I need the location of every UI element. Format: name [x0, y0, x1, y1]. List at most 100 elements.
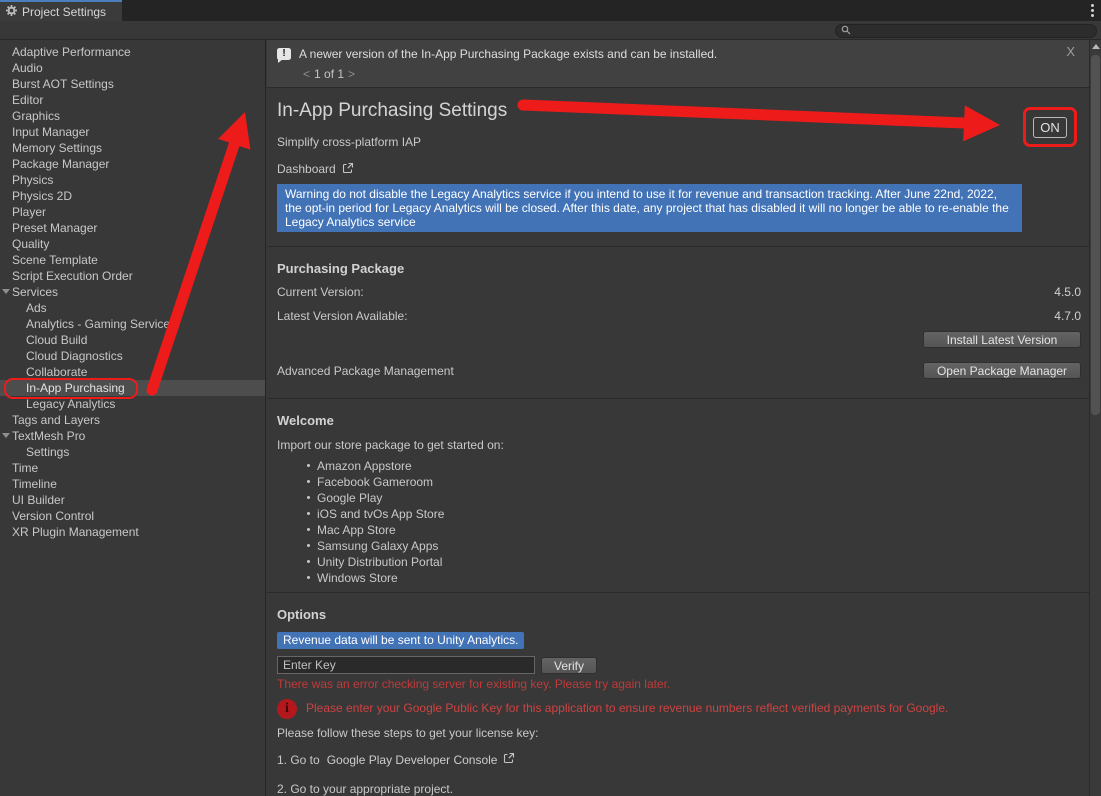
bullet-icon [307, 480, 310, 483]
bullet-icon [307, 544, 310, 547]
sidebar-item[interactable]: Time [0, 460, 265, 476]
sidebar-item-label: Player [12, 205, 46, 219]
sidebar-item[interactable]: UI Builder [0, 492, 265, 508]
sidebar-item[interactable]: Timeline [0, 476, 265, 492]
google-key-warning-text: Please enter your Google Public Key for … [306, 699, 948, 715]
latest-version-value: 4.7.0 [1054, 309, 1081, 324]
alert-bubble-icon: ! [277, 48, 291, 60]
sidebar-item[interactable]: Audio [0, 60, 265, 76]
sidebar-item-label: Ads [26, 301, 47, 315]
current-version-label: Current Version: [277, 285, 364, 300]
pager-prev-icon[interactable]: < [299, 67, 314, 81]
sidebar-item[interactable]: Burst AOT Settings [0, 76, 265, 92]
sidebar-item-label: Timeline [12, 477, 57, 491]
sidebar-item[interactable]: Physics 2D [0, 188, 265, 204]
sidebar-item[interactable]: Scene Template [0, 252, 265, 268]
step2-text: 2. Go to your appropriate project. [277, 782, 1081, 796]
current-version-value: 4.5.0 [1054, 285, 1081, 300]
sidebar-item[interactable]: Input Manager [0, 124, 265, 140]
sidebar-item[interactable]: Analytics - Gaming Services [0, 316, 265, 332]
store-list-item: Google Play [307, 490, 1081, 506]
sidebar-item[interactable]: Graphics [0, 108, 265, 124]
sidebar-item-label: Memory Settings [12, 141, 102, 155]
kebab-menu-icon[interactable] [1091, 9, 1094, 12]
key-check-error-text: There was an error checking server for e… [277, 677, 1081, 691]
sidebar-item-label: Package Manager [12, 157, 109, 171]
store-list-item: iOS and tvOs App Store [307, 506, 1081, 522]
store-name: Google Play [317, 491, 382, 505]
section-divider [267, 592, 1089, 593]
sidebar-item[interactable]: Memory Settings [0, 140, 265, 156]
sidebar-item-label: Physics [12, 173, 53, 187]
google-play-console-link[interactable]: Google Play Developer Console [327, 753, 498, 767]
sidebar-item[interactable]: Legacy Analytics [0, 396, 265, 412]
sidebar-item-label: Preset Manager [12, 221, 97, 235]
sidebar-item-label: Burst AOT Settings [12, 77, 114, 91]
store-name: Windows Store [317, 571, 398, 585]
search-box[interactable] [835, 24, 1097, 38]
search-input[interactable] [854, 25, 1084, 37]
sidebar-item[interactable]: Package Manager [0, 156, 265, 172]
store-name: Amazon Appstore [317, 459, 412, 473]
verify-button[interactable]: Verify [541, 657, 597, 674]
tab-project-settings[interactable]: Project Settings [0, 0, 122, 21]
sidebar-item[interactable]: XR Plugin Management [0, 524, 265, 540]
dashboard-link[interactable]: Dashboard [277, 162, 336, 176]
foldout-triangle-icon[interactable] [2, 289, 10, 294]
sidebar-item-label: Version Control [12, 509, 94, 523]
window-tab-bar: Project Settings [0, 0, 1101, 21]
legacy-analytics-warning: Warning do not disable the Legacy Analyt… [277, 184, 1022, 232]
sidebar-item[interactable]: Adaptive Performance [0, 44, 265, 60]
notification-pager: <1 of 1> [299, 67, 1079, 81]
sidebar-item[interactable]: Script Execution Order [0, 268, 265, 284]
sidebar-item[interactable]: TextMesh Pro [0, 428, 265, 444]
external-link-icon[interactable] [503, 752, 515, 767]
sidebar-item[interactable]: Player [0, 204, 265, 220]
store-name: Samsung Galaxy Apps [317, 539, 438, 553]
sidebar-item[interactable]: In-App Purchasing [0, 380, 265, 396]
open-package-manager-button[interactable]: Open Package Manager [923, 362, 1081, 379]
pager-label: 1 of 1 [314, 67, 344, 81]
sidebar-item[interactable]: Cloud Build [0, 332, 265, 348]
pager-next-icon[interactable]: > [344, 67, 359, 81]
store-list-item: Mac App Store [307, 522, 1081, 538]
external-link-icon[interactable] [342, 162, 354, 177]
sidebar-item-label: Script Execution Order [12, 269, 133, 283]
sidebar-item-label: Quality [12, 237, 49, 251]
sidebar-item[interactable]: Settings [0, 444, 265, 460]
sidebar-item[interactable]: Tags and Layers [0, 412, 265, 428]
search-icon [841, 24, 851, 38]
sidebar-item-label: XR Plugin Management [12, 525, 139, 539]
store-list-item: Unity Distribution Portal [307, 554, 1081, 570]
license-key-input[interactable] [277, 656, 535, 674]
sidebar-list: Adaptive Performance Audio Burst AOT Set… [0, 44, 265, 540]
welcome-heading: Welcome [277, 412, 1081, 429]
foldout-triangle-icon[interactable] [2, 433, 10, 438]
vertical-scrollbar[interactable] [1089, 40, 1101, 796]
scroll-up-arrow-icon[interactable] [1092, 44, 1100, 49]
sidebar-item[interactable]: Preset Manager [0, 220, 265, 236]
gear-icon [6, 5, 17, 19]
sidebar-item[interactable]: Editor [0, 92, 265, 108]
sidebar-item-label: Legacy Analytics [26, 397, 115, 411]
notification-bar: ! A newer version of the In-App Purchasi… [267, 40, 1089, 88]
page-title: In-App Purchasing Settings [277, 100, 1081, 122]
sidebar-item-label: Adaptive Performance [12, 45, 131, 59]
bullet-icon [307, 560, 310, 563]
sidebar-item[interactable]: Services [0, 284, 265, 300]
bullet-icon [307, 576, 310, 579]
step1-prefix: 1. Go to [277, 753, 320, 767]
close-icon[interactable]: X [1066, 44, 1075, 59]
install-latest-version-button[interactable]: Install Latest Version [923, 331, 1081, 348]
store-list-item: Facebook Gameroom [307, 474, 1081, 490]
sidebar-item[interactable]: Quality [0, 236, 265, 252]
sidebar-item[interactable]: Collaborate [0, 364, 265, 380]
notification-message: A newer version of the In-App Purchasing… [299, 47, 717, 61]
scrollbar-thumb[interactable] [1091, 55, 1100, 415]
sidebar-item[interactable]: Cloud Diagnostics [0, 348, 265, 364]
sidebar-item[interactable]: Physics [0, 172, 265, 188]
sidebar-item[interactable]: Version Control [0, 508, 265, 524]
options-heading: Options [277, 606, 1081, 623]
latest-version-label: Latest Version Available: [277, 309, 408, 324]
sidebar-item[interactable]: Ads [0, 300, 265, 316]
